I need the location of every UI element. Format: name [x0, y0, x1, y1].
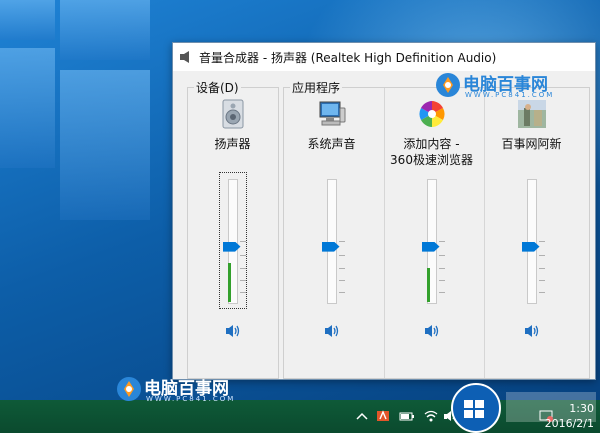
slider-tick: [338, 279, 345, 281]
slider-tick: [338, 267, 345, 269]
mute-button-icon[interactable]: [523, 323, 541, 339]
slider-ticks: [338, 179, 347, 302]
desktop-light-pane: [0, 0, 55, 40]
channel-label-line1: 添加内容 -: [403, 137, 460, 151]
speaker-device-icon[interactable]: [217, 98, 249, 130]
slider-tick: [338, 255, 345, 257]
desktop-light-pane: [0, 48, 55, 168]
volume-slider[interactable]: [319, 173, 345, 308]
chevron-up-icon[interactable]: [354, 409, 370, 423]
desktop-light-pane: [60, 70, 150, 220]
slider-tick: [239, 292, 246, 294]
channel-label: 添加内容 - 360极速浏览器: [384, 136, 479, 168]
channel-label: 扬声器: [214, 137, 251, 151]
slider-ticks: [438, 179, 447, 302]
slider-track: [326, 179, 337, 304]
mixer-body: 设备(D) 扬声器 应用程序 系统声音 添加内容 - 360极速浏览器 百事网阿…: [173, 71, 595, 379]
slider-tick: [438, 240, 445, 242]
volume-slider[interactable]: [218, 172, 248, 309]
slider-tick: [239, 267, 246, 269]
channel-speaker: 扬声器: [185, 98, 280, 378]
applications-group: 应用程序 系统声音 添加内容 - 360极速浏览器 百事网阿新: [283, 79, 590, 379]
channel-360-browser: 添加内容 - 360极速浏览器: [384, 98, 479, 378]
system-sounds-icon[interactable]: [316, 98, 348, 130]
slider-tick: [538, 279, 545, 281]
watermark-logo: 电脑百事网 WWW.PC841.COM: [116, 374, 256, 408]
watermark-url: WWW.PC841.COM: [146, 395, 236, 403]
desktop-light-pane: [60, 0, 150, 60]
speaker-icon: [180, 51, 189, 63]
brand-logo-icon: [436, 73, 460, 97]
slider-thumb[interactable]: [521, 241, 540, 252]
slider-ticks: [239, 179, 248, 302]
corner-watermark-logo: [451, 383, 596, 433]
watermark-url: WWW.PC841.COM: [465, 91, 555, 99]
slider-tick: [538, 267, 545, 269]
peak-meter: [227, 262, 231, 302]
battery-icon[interactable]: [399, 409, 415, 423]
window-title: 音量合成器 - 扬声器 (Realtek High Definition Aud…: [199, 50, 497, 65]
mute-button-icon[interactable]: [224, 323, 242, 339]
channel-label-line2: 360极速浏览器: [390, 153, 473, 167]
slider-thumb[interactable]: [222, 241, 241, 252]
applications-group-label: 应用程序: [290, 79, 343, 96]
slider-ticks: [538, 179, 547, 302]
channel-label: 百事网阿新: [501, 137, 562, 151]
brand-logo-icon: [117, 377, 141, 401]
device-group-label[interactable]: 设备(D): [194, 79, 241, 96]
slider-tick: [538, 240, 545, 242]
slider-thumb[interactable]: [321, 241, 340, 252]
slider-tick: [438, 267, 445, 269]
slider-tick: [239, 255, 246, 257]
window-titlebar[interactable]: 音量合成器 - 扬声器 (Realtek High Definition Aud…: [173, 43, 595, 71]
slider-tick: [438, 255, 445, 257]
watermark-logo: 电脑百事网 WWW.PC841.COM: [435, 70, 575, 104]
device-group: 设备(D) 扬声器: [185, 79, 280, 379]
slider-tick: [438, 279, 445, 281]
channel-app-thumbnail: 百事网阿新: [484, 98, 579, 378]
slider-track: [526, 179, 537, 304]
volume-slider[interactable]: [419, 173, 445, 308]
volume-slider[interactable]: [519, 173, 545, 308]
slider-tick: [538, 255, 545, 257]
mute-button-icon[interactable]: [323, 323, 341, 339]
slider-thumb[interactable]: [421, 241, 440, 252]
channel-system-sounds: 系统声音: [284, 98, 379, 378]
slider-tick: [239, 279, 246, 281]
slider-tick: [438, 292, 445, 294]
channel-label: 系统声音: [307, 137, 356, 151]
slider-tick: [338, 240, 345, 242]
peak-meter: [426, 267, 430, 302]
wifi-icon[interactable]: [423, 409, 439, 423]
slider-tick: [538, 292, 545, 294]
slider-tick: [239, 240, 246, 242]
app-tray-icon[interactable]: [375, 409, 391, 423]
mute-button-icon[interactable]: [423, 323, 441, 339]
slider-tick: [338, 292, 345, 294]
